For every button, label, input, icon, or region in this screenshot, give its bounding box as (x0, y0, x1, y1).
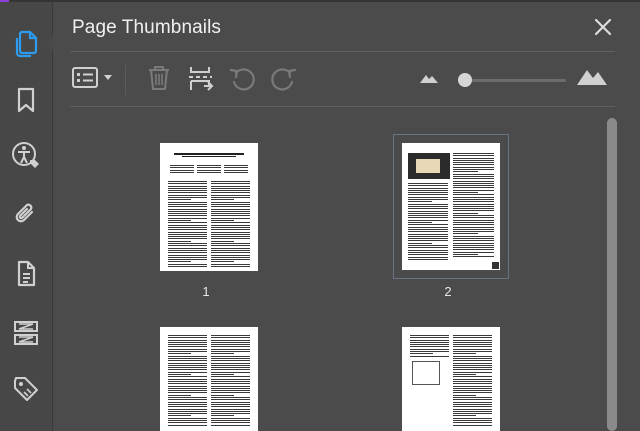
thumbnail-page-1[interactable] (159, 142, 259, 272)
trash-icon (145, 64, 173, 97)
bookmark-icon (15, 86, 37, 114)
page-4-preview (402, 327, 500, 431)
page-2-preview (402, 143, 500, 270)
rotate-counterclockwise-icon (228, 64, 256, 97)
thumbnails-grid: 1 2 (53, 108, 623, 431)
page-number: 1 (202, 284, 210, 299)
page-4-col-b (453, 335, 492, 427)
rotate-counterclockwise-button[interactable] (228, 66, 256, 94)
tag-icon (11, 375, 41, 405)
rail-item-document[interactable] (0, 252, 52, 296)
zoom-in-button[interactable] (576, 68, 608, 88)
panel-header: Page Thumbnails (53, 2, 640, 52)
rail-item-tags[interactable] (0, 368, 52, 412)
rail-item-layers[interactable] (0, 311, 52, 355)
toolbar-divider (70, 106, 615, 107)
accessibility-icon (10, 140, 42, 172)
vertical-scrollbar[interactable] (607, 118, 617, 431)
mountain-small-icon (419, 70, 439, 89)
page-2-col-b (453, 153, 494, 259)
thumbnail-options-button[interactable] (71, 65, 115, 96)
document-icon (15, 260, 37, 288)
layers-icon (12, 319, 40, 347)
page-4-table (412, 361, 440, 385)
rail-item-page-thumbnails[interactable] (0, 22, 52, 66)
copy-pages-icon (13, 30, 39, 58)
page-number: 2 (444, 284, 452, 299)
header-divider (70, 51, 615, 52)
thumbnail-page-2[interactable] (393, 134, 509, 279)
panel-title: Page Thumbnails (72, 17, 222, 38)
delete-pages-button[interactable] (145, 64, 173, 97)
scrollbar-thumb[interactable] (607, 118, 617, 431)
rail-item-accessibility[interactable] (0, 134, 52, 178)
page-4-col-a (410, 335, 449, 358)
page-2-col-a (408, 183, 448, 261)
page-thumbnails-panel: Page Thumbnails 1 2 (53, 2, 640, 431)
rotate-clockwise-button[interactable] (270, 66, 298, 94)
page-1-col-a (168, 181, 207, 268)
close-button[interactable] (592, 16, 614, 38)
zoom-out-button[interactable] (419, 72, 439, 86)
thumbnail-page-4[interactable] (401, 326, 501, 431)
thumbnail-page-3[interactable] (159, 326, 259, 431)
extract-pages-icon (186, 64, 214, 97)
page-3-preview (160, 327, 258, 431)
page-3-col-b (211, 335, 250, 427)
paperclip-icon (13, 200, 39, 228)
page-2-figure (408, 153, 450, 179)
page-3-col-a (168, 335, 207, 427)
close-icon (592, 18, 614, 42)
extract-pages-button[interactable] (186, 66, 214, 94)
thumbnail-options-icon (71, 65, 115, 96)
rotate-clockwise-icon (270, 64, 298, 97)
thumbnails-toolbar (53, 54, 640, 106)
mountain-large-icon (576, 66, 608, 91)
rail-item-bookmarks[interactable] (0, 78, 52, 122)
page-1-preview (160, 143, 258, 271)
thumbnail-size-slider-track[interactable] (463, 79, 566, 82)
rail-item-attachments[interactable] (0, 192, 52, 236)
page-1-col-b (211, 181, 250, 268)
thumbnail-size-slider-handle[interactable] (458, 73, 473, 87)
navigation-rail (0, 2, 53, 431)
toolbar-separator (125, 65, 126, 95)
